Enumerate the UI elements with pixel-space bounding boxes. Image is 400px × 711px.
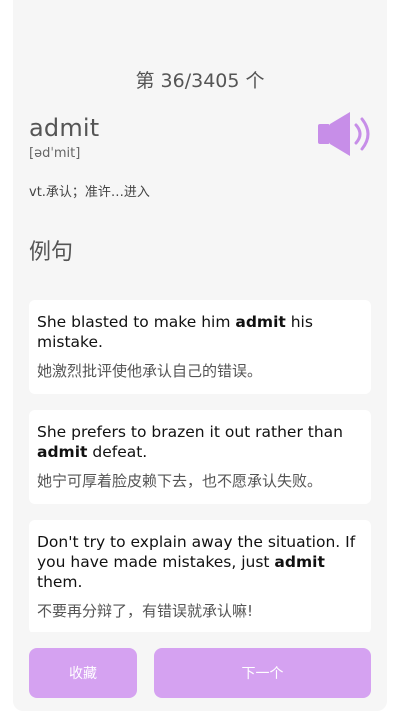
speaker-volume-icon[interactable]: [314, 110, 374, 160]
example-keyword: admit: [37, 443, 88, 461]
word-title: admit: [29, 114, 100, 142]
examples-heading: 例句: [29, 240, 74, 265]
next-button[interactable]: 下一个: [154, 648, 371, 698]
progress-counter: 第 36/3405 个: [135, 70, 265, 92]
example-card: She prefers to brazen it out rather than…: [29, 410, 371, 504]
example-keyword: admit: [274, 553, 325, 571]
example-card: She blasted to make him admit his mistak…: [29, 300, 371, 394]
word-phonetic: [ədˈmit]: [29, 146, 81, 161]
examples-list[interactable]: She blasted to make him admit his mistak…: [29, 300, 371, 632]
example-english: Don't try to explain away the situation.…: [37, 533, 356, 591]
example-chinese: 她宁可厚着脸皮赖下去，也不愿承认失败。: [37, 472, 323, 490]
example-card: Don't try to explain away the situation.…: [29, 520, 371, 632]
example-english: She blasted to make him admit his mistak…: [37, 313, 313, 351]
example-chinese: 她激烈批评使他承认自己的错误。: [37, 362, 263, 380]
favorite-button[interactable]: 收藏: [29, 648, 137, 698]
example-keyword: admit: [235, 313, 286, 331]
example-english: She prefers to brazen it out rather than…: [37, 423, 343, 461]
example-chinese: 不要再分辩了，有错误就承认嘛!: [37, 602, 254, 620]
word-meaning: vt.承认；准许…进入: [29, 185, 150, 200]
